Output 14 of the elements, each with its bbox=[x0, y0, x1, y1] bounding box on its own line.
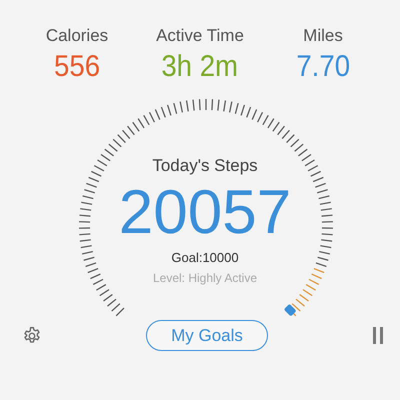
stat-value: 3h 2m bbox=[162, 50, 238, 84]
steps-goal: Goal:10000 bbox=[171, 250, 239, 265]
stat-label: Calories bbox=[46, 26, 108, 46]
my-goals-button[interactable]: My Goals bbox=[146, 320, 268, 351]
settings-icon[interactable] bbox=[22, 326, 42, 346]
stat-label: Miles bbox=[303, 26, 343, 46]
activity-level: Level: Highly Active bbox=[152, 271, 258, 285]
progress-marker bbox=[284, 304, 296, 316]
stat-label: Active Time bbox=[156, 26, 244, 46]
steps-title: Today's Steps bbox=[152, 156, 258, 176]
pause-icon[interactable] bbox=[372, 327, 384, 344]
steps-count: 20057 bbox=[118, 180, 292, 246]
stat-value: 7.70 bbox=[296, 50, 350, 84]
stat-value: 556 bbox=[54, 50, 100, 84]
